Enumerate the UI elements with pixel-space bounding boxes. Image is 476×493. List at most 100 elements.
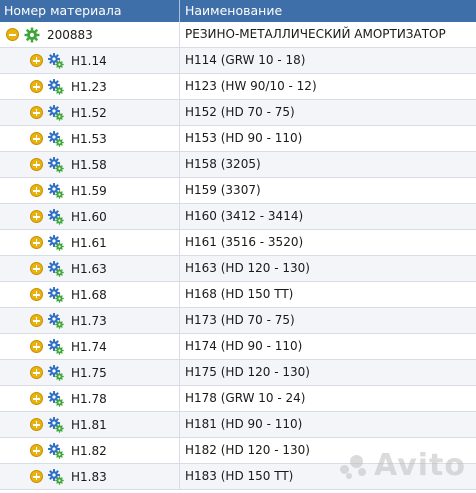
expand-icon[interactable] <box>30 366 43 379</box>
expand-icon[interactable] <box>30 314 43 327</box>
tree-child-row[interactable]: H1.23 H123 (HW 90/10 - 12) <box>0 74 476 100</box>
avito-watermark: Avito <box>340 448 466 483</box>
material-name: H159 (3307) <box>185 183 261 197</box>
material-number-cell: H1.63 <box>0 256 180 281</box>
material-number-cell: H1.14 <box>0 48 180 73</box>
material-number-cell: H1.52 <box>0 100 180 125</box>
material-number: H1.59 <box>71 183 107 198</box>
tree-child-row[interactable]: H1.78 H178 (GRW 10 - 24) <box>0 386 476 412</box>
material-number: H1.81 <box>71 417 107 432</box>
tree-child-row[interactable]: H1.14 H114 (GRW 10 - 18) <box>0 48 476 74</box>
material-name: H160 (3412 - 3414) <box>185 209 304 223</box>
expand-icon[interactable] <box>30 132 43 145</box>
gears-icon <box>48 156 64 173</box>
material-name: H152 (HD 70 - 75) <box>185 105 295 119</box>
child-rows: H1.14 H114 (GRW 10 - 18) H1.23 H123 (HW … <box>0 48 476 490</box>
gears-icon <box>48 390 64 407</box>
material-number-cell: H1.59 <box>0 178 180 203</box>
material-name: H175 (HD 120 - 130) <box>185 365 310 379</box>
watermark-text: Avito <box>374 448 466 483</box>
material-number: H1.61 <box>71 235 107 250</box>
tree-child-row[interactable]: H1.52 H152 (HD 70 - 75) <box>0 100 476 126</box>
avito-logo-icon <box>340 453 370 479</box>
tree-child-row[interactable]: H1.61 H161 (3516 - 3520) <box>0 230 476 256</box>
material-name: H153 (HD 90 - 110) <box>185 131 303 145</box>
material-number: H1.82 <box>71 443 107 458</box>
collapse-icon[interactable] <box>6 28 19 41</box>
gears-icon <box>48 416 64 433</box>
material-number-cell: H1.53 <box>0 126 180 151</box>
material-number-cell: H1.60 <box>0 204 180 229</box>
tree-child-row[interactable]: H1.53 H153 (HD 90 - 110) <box>0 126 476 152</box>
column-header-name[interactable]: Наименование <box>180 0 476 22</box>
gears-icon <box>48 208 64 225</box>
material-number-cell: H1.83 <box>0 464 180 489</box>
material-number: H1.68 <box>71 287 107 302</box>
material-number: 200883 <box>47 27 93 42</box>
material-number: H1.83 <box>71 469 107 484</box>
gears-icon <box>48 260 64 277</box>
material-number-cell: H1.78 <box>0 386 180 411</box>
tree-child-row[interactable]: H1.68 H168 (HD 150 TT) <box>0 282 476 308</box>
expand-icon[interactable] <box>30 444 43 457</box>
material-name: H178 (GRW 10 - 24) <box>185 391 306 405</box>
material-number-cell: H1.74 <box>0 334 180 359</box>
expand-icon[interactable] <box>30 184 43 197</box>
expand-icon[interactable] <box>30 470 43 483</box>
tree-child-row[interactable]: H1.59 H159 (3307) <box>0 178 476 204</box>
material-number-cell: 200883 <box>0 22 180 47</box>
material-number: H1.14 <box>71 53 107 68</box>
material-number: H1.53 <box>71 131 107 146</box>
material-number: H1.74 <box>71 339 107 354</box>
expand-icon[interactable] <box>30 236 43 249</box>
expand-icon[interactable] <box>30 106 43 119</box>
expand-icon[interactable] <box>30 392 43 405</box>
material-name: H163 (HD 120 - 130) <box>185 261 310 275</box>
tree-child-row[interactable]: H1.58 H158 (3205) <box>0 152 476 178</box>
tree-child-row[interactable]: H1.60 H160 (3412 - 3414) <box>0 204 476 230</box>
expand-icon[interactable] <box>30 158 43 171</box>
material-number: H1.63 <box>71 261 107 276</box>
material-number: H1.60 <box>71 209 107 224</box>
expand-icon[interactable] <box>30 210 43 223</box>
tree-child-row[interactable]: H1.63 H163 (HD 120 - 130) <box>0 256 476 282</box>
gears-icon <box>48 442 64 459</box>
material-number-cell: H1.58 <box>0 152 180 177</box>
gear-green-icon <box>24 27 40 42</box>
expand-icon[interactable] <box>30 54 43 67</box>
tree-child-row[interactable]: H1.75 H175 (HD 120 - 130) <box>0 360 476 386</box>
gears-icon <box>48 286 64 303</box>
material-name: H181 (HD 90 - 110) <box>185 417 303 431</box>
material-number: H1.73 <box>71 313 107 328</box>
gears-icon <box>48 364 64 381</box>
gears-icon <box>48 312 64 329</box>
material-number-cell: H1.68 <box>0 282 180 307</box>
tree-child-row[interactable]: H1.73 H173 (HD 70 - 75) <box>0 308 476 334</box>
material-name: H161 (3516 - 3520) <box>185 235 304 249</box>
tree-root-row[interactable]: 200883 РЕЗИНО-МЕТАЛЛИЧЕСКИЙ АМОРТИЗАТОР <box>0 22 476 48</box>
expand-icon[interactable] <box>30 340 43 353</box>
material-name: H158 (3205) <box>185 157 261 171</box>
expand-icon[interactable] <box>30 418 43 431</box>
expand-icon[interactable] <box>30 262 43 275</box>
gears-icon <box>48 468 64 485</box>
material-number: H1.78 <box>71 391 107 406</box>
material-name: H168 (HD 150 TT) <box>185 287 294 301</box>
material-number-cell: H1.23 <box>0 74 180 99</box>
tree-child-row[interactable]: H1.81 H181 (HD 90 - 110) <box>0 412 476 438</box>
gears-icon <box>48 338 64 355</box>
material-name: H123 (HW 90/10 - 12) <box>185 79 317 93</box>
material-name: H174 (HD 90 - 110) <box>185 339 303 353</box>
material-number-cell: H1.61 <box>0 230 180 255</box>
expand-icon[interactable] <box>30 80 43 93</box>
material-number: H1.23 <box>71 79 107 94</box>
column-header-material-number[interactable]: Номер материала <box>0 0 180 22</box>
grid-header: Номер материала Наименование <box>0 0 476 22</box>
gears-icon <box>48 234 64 251</box>
material-number-cell: H1.73 <box>0 308 180 333</box>
tree-child-row[interactable]: H1.74 H174 (HD 90 - 110) <box>0 334 476 360</box>
material-name: H114 (GRW 10 - 18) <box>185 53 306 67</box>
expand-icon[interactable] <box>30 288 43 301</box>
material-number-cell: H1.82 <box>0 438 180 463</box>
material-number: H1.75 <box>71 365 107 380</box>
